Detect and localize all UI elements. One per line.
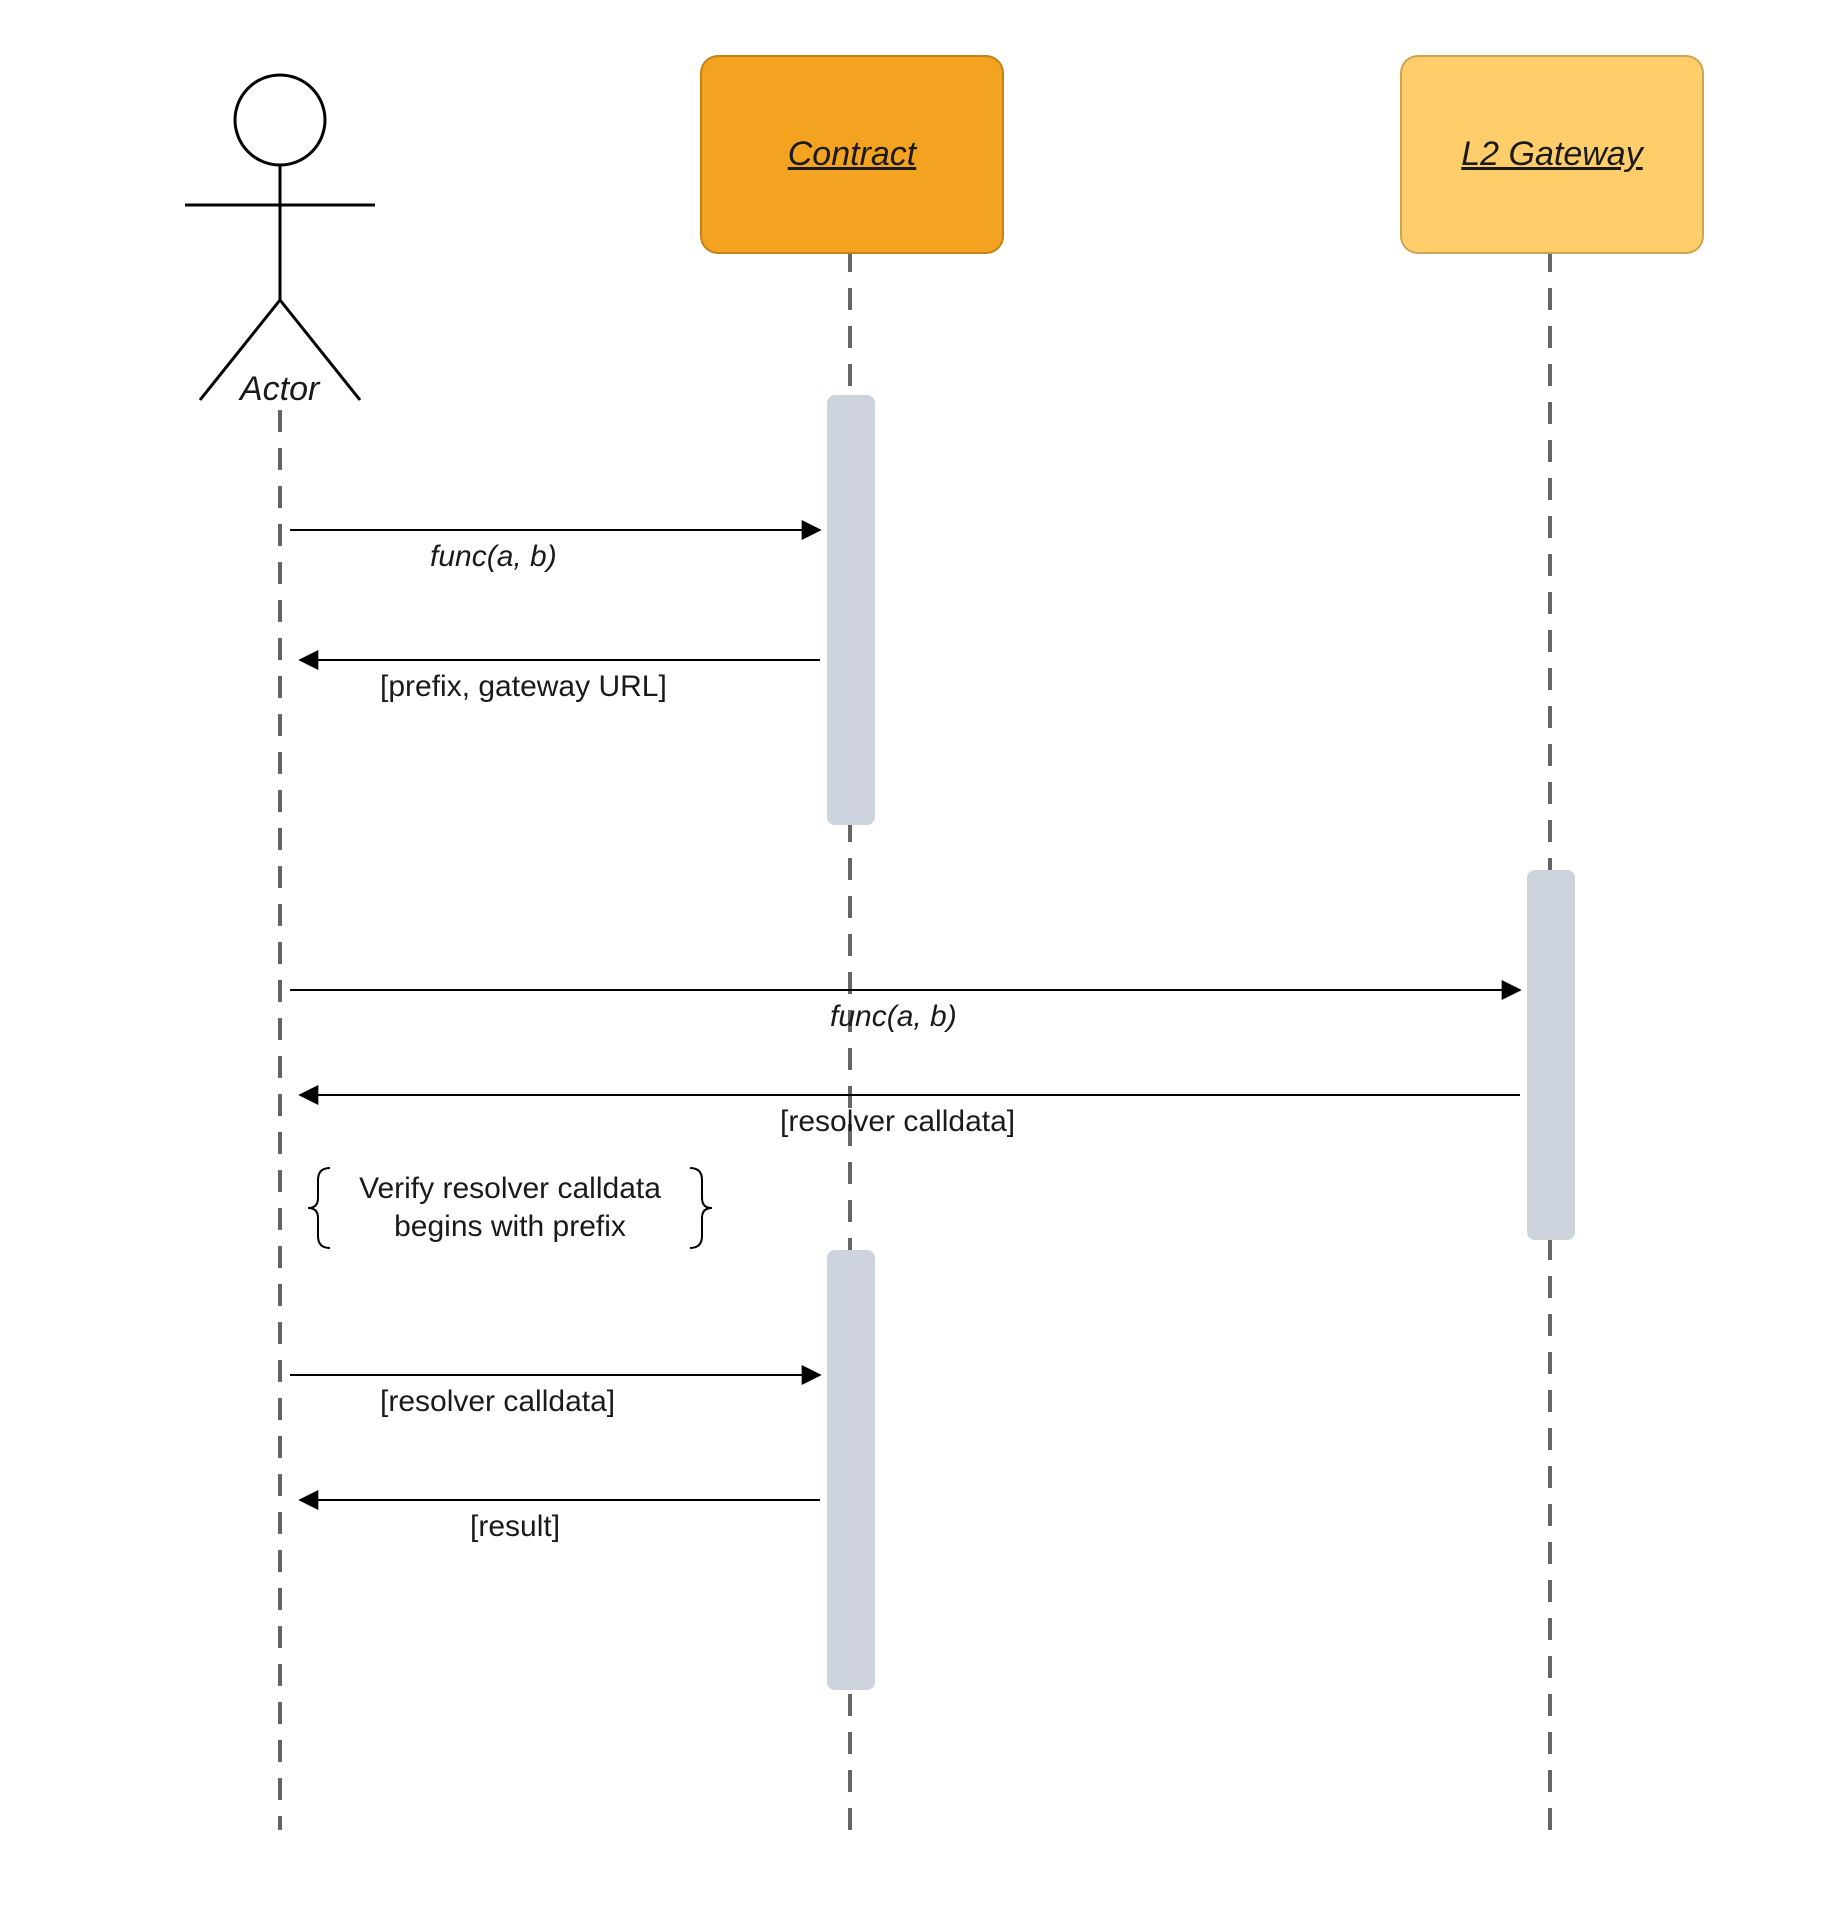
participant-gateway: L2 Gateway [1400, 55, 1704, 254]
msg-3-label: func(a, b) [830, 1000, 957, 1034]
msg-6-label: [result] [470, 1510, 560, 1544]
sequence-diagram: Contract L2 Gateway Actor func(a, b) [pr… [0, 0, 1821, 1916]
verify-note-line1: Verify resolver calldata [359, 1172, 661, 1205]
participant-gateway-label: L2 Gateway [1461, 135, 1642, 174]
msg-1-label: func(a, b) [430, 540, 557, 574]
msg-2-label: [prefix, gateway URL] [380, 670, 667, 704]
activation-gateway-1 [1527, 870, 1575, 1240]
actor-figure [185, 75, 375, 400]
msg-5-label: [resolver calldata] [380, 1385, 615, 1419]
msg-4-label: [resolver calldata] [780, 1105, 1015, 1139]
verify-note-line2: begins with prefix [394, 1210, 626, 1243]
activation-contract-1 [827, 395, 875, 825]
activation-contract-2 [827, 1250, 875, 1690]
verify-note: Verify resolver calldata begins with pre… [340, 1170, 680, 1245]
participant-contract-label: Contract [788, 135, 917, 174]
participant-contract: Contract [700, 55, 1004, 254]
actor-label: Actor [240, 370, 319, 409]
